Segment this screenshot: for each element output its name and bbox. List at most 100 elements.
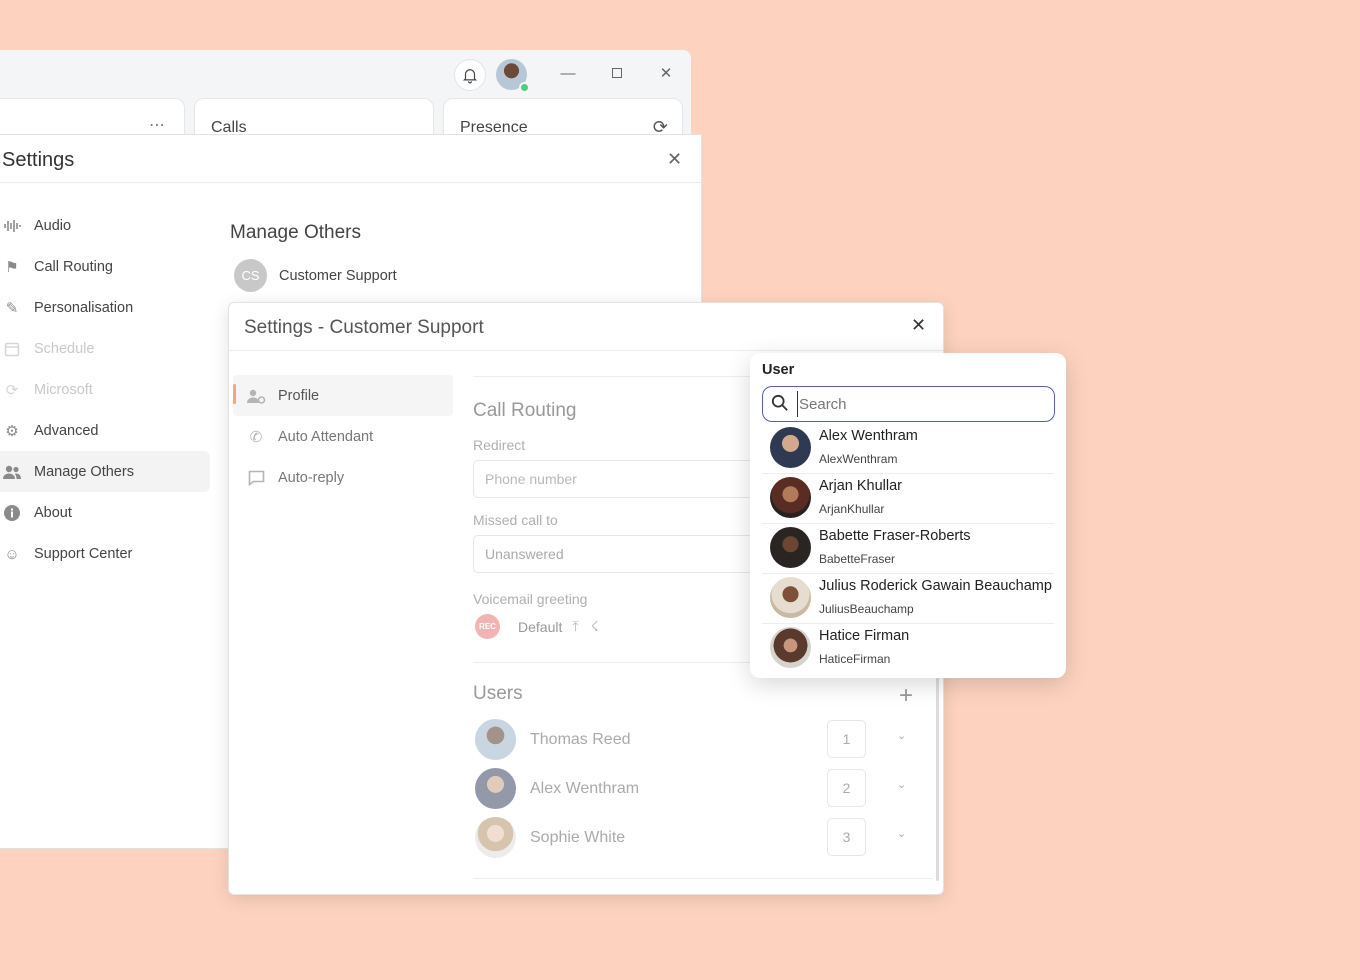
- user-name: Sophie White: [530, 829, 626, 846]
- nav-label: Manage Others: [34, 463, 134, 480]
- nav-item-schedule: Schedule: [0, 328, 210, 369]
- divider: [473, 878, 933, 879]
- avatar: [770, 477, 811, 518]
- missed-call-select[interactable]: Unanswered: [473, 535, 763, 573]
- chevron-down-icon[interactable]: ⌄: [897, 827, 906, 840]
- notifications-button[interactable]: [454, 59, 486, 91]
- list-item[interactable]: Hatice Firman HaticeFirman: [762, 624, 1054, 674]
- card-calls[interactable]: Calls: [194, 98, 434, 138]
- avatar: CS: [234, 259, 267, 292]
- nav-label: Audio: [34, 217, 72, 234]
- bell-icon: [462, 69, 478, 84]
- nav-item-personalisation[interactable]: ✎ Personalisation: [0, 287, 210, 328]
- order-input[interactable]: 2: [827, 769, 866, 807]
- minimize-button[interactable]: —: [555, 60, 581, 86]
- nav-item-support-center[interactable]: ☺ Support Center: [0, 533, 210, 574]
- username: ArjanKhullar: [819, 502, 885, 516]
- support-icon: ☺: [4, 545, 20, 563]
- nav-item-audio[interactable]: Audio: [0, 205, 210, 246]
- add-user-button[interactable]: +: [899, 682, 913, 710]
- order-input[interactable]: 3: [827, 818, 866, 856]
- list-item[interactable]: Alex Wenthram AlexWenthram: [762, 424, 1054, 474]
- dialog-subnav: Profile ✆ Auto Attendant Auto-reply: [233, 375, 453, 498]
- user-row: Alex Wenthram 2 ⌄: [475, 768, 925, 810]
- sync-icon: ⟳: [5, 382, 19, 399]
- user-picker-popover: User Alex Wenthram AlexWenthram Arjan Kh…: [750, 353, 1066, 678]
- maximize-button[interactable]: [604, 60, 630, 86]
- user-name: Alex Wenthram: [530, 780, 640, 797]
- upload-icon[interactable]: ⤒: [572, 618, 578, 635]
- redirect-input[interactable]: Phone number: [473, 460, 763, 498]
- avatar: [475, 719, 516, 760]
- user-name: Babette Fraser-Roberts: [819, 528, 971, 544]
- nav-label: Advanced: [34, 422, 99, 439]
- voicemail-row: REC Default ⤒ ☇: [475, 614, 599, 639]
- voicemail-label: Voicemail greeting: [473, 591, 588, 607]
- nav-label: Call Routing: [34, 258, 113, 275]
- settings-close-button[interactable]: ✕: [667, 149, 682, 170]
- picker-title: User: [762, 362, 795, 378]
- more-icon[interactable]: ⋯: [149, 115, 166, 135]
- tab-label: Auto-reply: [278, 469, 345, 486]
- list-item[interactable]: Babette Fraser-Roberts BabetteFraser: [762, 524, 1054, 574]
- nav-label: Personalisation: [34, 299, 134, 316]
- username: HaticeFirman: [819, 652, 891, 666]
- user-name: Hatice Firman: [819, 628, 910, 644]
- card-presence[interactable]: Presence ⟳: [443, 98, 683, 138]
- user-name: Julius Roderick Gawain Beauchamp: [819, 578, 1052, 594]
- nav-label: Schedule: [34, 340, 95, 357]
- close-window-button[interactable]: ✕: [653, 60, 679, 86]
- list-item[interactable]: Julius Roderick Gawain Beauchamp JuliusB…: [762, 574, 1054, 624]
- tab-profile[interactable]: Profile: [233, 375, 453, 416]
- redirect-label: Redirect: [473, 437, 526, 453]
- minimize-icon: —: [560, 64, 576, 82]
- order-input[interactable]: 1: [827, 720, 866, 758]
- call-routing-title: Call Routing: [473, 400, 577, 421]
- search-box[interactable]: [762, 386, 1055, 422]
- tab-label: Profile: [278, 387, 320, 404]
- manage-others-entry[interactable]: CS Customer Support: [234, 259, 397, 292]
- user-name: Thomas Reed: [530, 731, 631, 748]
- avatar: [475, 817, 516, 858]
- brush-icon: ✎: [5, 300, 19, 317]
- chevron-down-icon[interactable]: ⌄: [897, 778, 906, 791]
- user-results-list: Alex Wenthram AlexWenthram Arjan Khullar…: [762, 424, 1054, 674]
- nav-item-advanced[interactable]: ⚙ Advanced: [0, 410, 210, 451]
- user-gear-icon: [246, 386, 266, 406]
- calendar-icon: [2, 339, 22, 359]
- nav-item-about[interactable]: About: [0, 492, 210, 533]
- users-title: Users: [473, 683, 523, 704]
- nav-item-call-routing[interactable]: ⚑ Call Routing: [0, 246, 210, 287]
- dialog-close-button[interactable]: ✕: [911, 315, 926, 336]
- info-icon: [2, 503, 22, 523]
- online-status-dot: [519, 82, 530, 93]
- nav-label: Support Center: [34, 545, 133, 562]
- search-input[interactable]: [797, 391, 1047, 417]
- tab-auto-attendant[interactable]: ✆ Auto Attendant: [233, 416, 453, 457]
- voicemail-tool-icon[interactable]: ☇: [591, 618, 599, 635]
- voicemail-value: Default: [518, 618, 563, 635]
- scrollbar[interactable]: [936, 676, 939, 881]
- search-icon: [771, 394, 788, 411]
- card-unnamed[interactable]: ⋯: [0, 98, 185, 138]
- divider: [0, 182, 701, 183]
- nav-item-manage-others[interactable]: Manage Others: [0, 451, 210, 492]
- tab-auto-reply[interactable]: Auto-reply: [233, 457, 453, 498]
- chevron-down-icon[interactable]: ⌄: [897, 729, 906, 742]
- signpost-icon: ⚑: [5, 259, 19, 276]
- gears-icon: ⚙: [5, 423, 19, 440]
- list-item[interactable]: Arjan Khullar ArjanKhullar: [762, 474, 1054, 524]
- waveform-icon: [2, 216, 22, 236]
- user-name: Alex Wenthram: [819, 428, 918, 444]
- tab-label: Auto Attendant: [278, 428, 374, 445]
- settings-title: Settings: [2, 149, 75, 171]
- record-button[interactable]: REC: [475, 614, 500, 639]
- phone-forward-icon: ✆: [249, 429, 263, 446]
- manage-others-title: Manage Others: [230, 222, 361, 243]
- people-icon: [2, 462, 22, 482]
- username: AlexWenthram: [819, 452, 898, 466]
- settings-nav: Audio ⚑ Call Routing ✎ Personalisation S…: [0, 205, 210, 574]
- divider: [229, 350, 943, 351]
- nav-label: Microsoft: [34, 381, 93, 398]
- dialog-title: Settings - Customer Support: [244, 317, 484, 338]
